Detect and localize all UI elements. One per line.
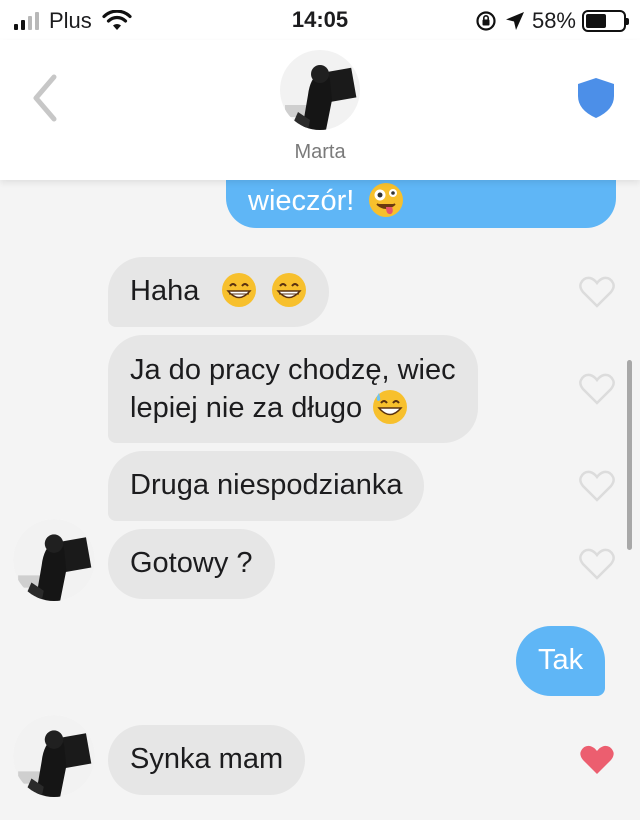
message-text-line: lepiej nie za długo [130,392,363,424]
safety-shield-icon[interactable] [576,76,616,120]
battery-icon [582,10,629,32]
liked-heart-icon[interactable] [578,743,616,777]
scrollbar[interactable] [627,360,632,550]
battery-percent: 58% [531,8,576,33]
message-text: Druga niespodzianka [130,469,403,501]
message-bubble-incoming[interactable]: Ja do pracy chodzę, wiec lepiej nie za d… [108,335,478,443]
message-text: Gotowy ? [130,547,253,579]
zany-face-emoji-icon [369,183,404,218]
like-heart-icon[interactable] [578,547,616,581]
status-right: 58% [474,8,629,34]
message-bubble-incoming[interactable]: Druga niespodzianka [108,451,425,521]
message-text: Haha [130,275,200,307]
like-heart-icon[interactable] [578,275,616,309]
contact-avatar-small[interactable] [13,519,95,601]
contact-avatar-small[interactable] [13,715,95,797]
message-bubble-outgoing[interactable]: Tak [516,626,606,696]
grinning-face-emoji-icon [272,273,307,308]
like-heart-icon[interactable] [578,372,616,406]
back-chevron-icon[interactable] [26,73,66,123]
grinning-face-emoji-icon [222,273,257,308]
status-bar: Plus 14:05 58% [0,0,640,40]
message-text-line: Ja do pracy chodzę, wiec [130,354,456,386]
message-bubble-incoming[interactable]: Synka mam [108,725,306,795]
grinning-sweat-emoji-icon [373,390,408,425]
message-text: Synka mam [130,743,284,775]
chat-header: Marta [0,40,640,180]
message-list: wieczór! Haha Ja do pracy chodzę, wiec l… [0,180,640,820]
message-text: wieczór! [248,185,355,217]
message-text: Tak [538,644,584,676]
message-bubble-outgoing[interactable]: wieczór! [226,180,616,228]
contact-name[interactable]: Marta [0,141,640,164]
orientation-lock-icon [476,11,496,31]
message-bubble-incoming[interactable]: Gotowy ? [108,529,275,599]
location-arrow-icon [505,12,524,30]
contact-avatar[interactable] [280,50,360,130]
like-heart-icon[interactable] [578,469,616,503]
message-bubble-incoming[interactable]: Haha [108,257,330,327]
